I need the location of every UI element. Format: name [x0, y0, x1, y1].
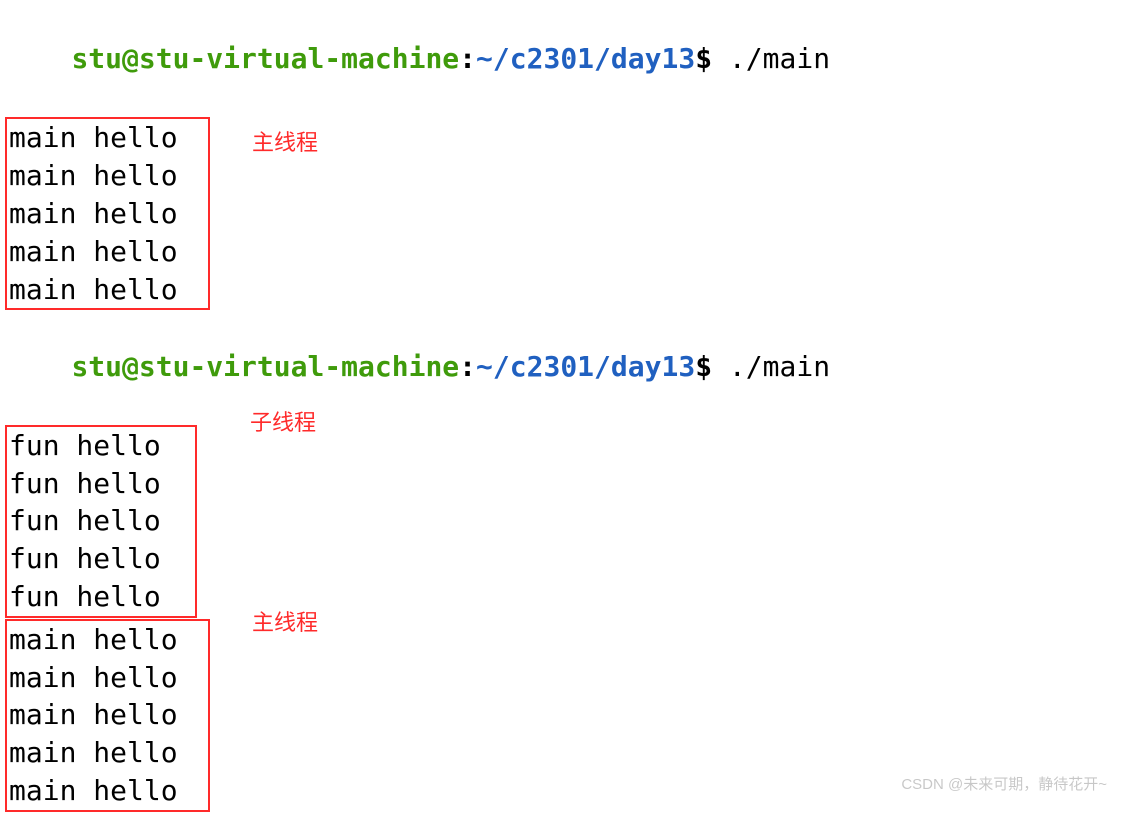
- prompt-colon: :: [459, 42, 476, 75]
- prompt-path: ~/c2301/day13: [476, 350, 695, 383]
- annotation-main-thread-2: 主线程: [252, 608, 318, 638]
- prompt-dollar: $: [695, 350, 712, 383]
- output-line: main hello: [7, 119, 208, 157]
- output-line: main hello: [7, 271, 208, 309]
- watermark: CSDN @未来可期，静待花开~: [901, 775, 1107, 795]
- output-line: main hello: [7, 233, 208, 271]
- prompt-line-2: stu@stu-virtual-machine:~/c2301/day13$ .…: [4, 310, 1117, 423]
- prompt-command: ./main: [712, 42, 830, 75]
- annotation-child-thread: 子线程: [250, 408, 316, 438]
- output-line: main hello: [7, 734, 208, 772]
- annotation-main-thread-1: 主线程: [252, 128, 318, 158]
- output-line: fun hello: [7, 502, 195, 540]
- output-line: main hello: [7, 621, 208, 659]
- output-line: main hello: [7, 696, 208, 734]
- prompt-colon: :: [459, 350, 476, 383]
- output-line: main hello: [7, 772, 208, 810]
- output-line: fun hello: [7, 465, 195, 503]
- output-line: fun hello: [7, 540, 195, 578]
- terminal-output: stu@stu-virtual-machine:~/c2301/day13$ .…: [0, 0, 1121, 814]
- output-box-fun: fun hello fun hello fun hello fun hello …: [5, 425, 197, 618]
- prompt-command: ./main: [712, 350, 830, 383]
- prompt-at: @: [122, 350, 139, 383]
- output-line: main hello: [7, 157, 208, 195]
- prompt-line-1: stu@stu-virtual-machine:~/c2301/day13$ .…: [4, 2, 1117, 115]
- output-line: fun hello: [7, 578, 195, 616]
- output-line: main hello: [7, 195, 208, 233]
- prompt-host: stu-virtual-machine: [139, 350, 459, 383]
- prompt-path: ~/c2301/day13: [476, 42, 695, 75]
- output-line: fun hello: [7, 427, 195, 465]
- prompt-host: stu-virtual-machine: [139, 42, 459, 75]
- prompt-user: stu: [71, 42, 122, 75]
- output-box-main-1: main hello main hello main hello main he…: [5, 117, 210, 310]
- output-line: main hello: [7, 659, 208, 697]
- prompt-at: @: [122, 42, 139, 75]
- output-box-main-2: main hello main hello main hello main he…: [5, 619, 210, 812]
- prompt-dollar: $: [695, 42, 712, 75]
- prompt-user: stu: [71, 350, 122, 383]
